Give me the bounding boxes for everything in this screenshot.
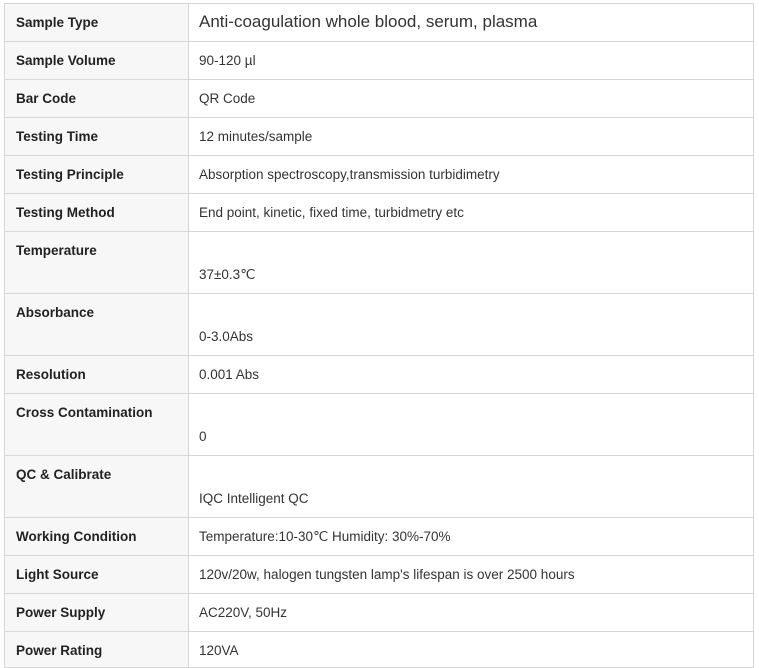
table-row: Light Source 120v/20w, halogen tungsten … xyxy=(4,555,754,594)
row-label: Working Condition xyxy=(4,517,189,556)
table-row: Testing Principle Absorption spectroscop… xyxy=(4,155,754,194)
spec-table: Sample Type Anti-coagulation whole blood… xyxy=(4,3,754,668)
row-value: 0-3.0Abs xyxy=(188,293,754,356)
table-row: Absorbance 0-3.0Abs xyxy=(4,293,754,356)
row-label: Testing Principle xyxy=(4,155,189,194)
row-value: IQC Intelligent QC xyxy=(188,455,754,518)
row-value: 12 minutes/sample xyxy=(188,117,754,156)
row-value: 90-120 µl xyxy=(188,41,754,80)
row-value: Anti-coagulation whole blood, serum, pla… xyxy=(188,3,754,42)
table-row: Power Supply AC220V, 50Hz xyxy=(4,593,754,632)
row-label: Sample Volume xyxy=(4,41,189,80)
row-label: Testing Time xyxy=(4,117,189,156)
table-row: Resolution 0.001 Abs xyxy=(4,355,754,394)
row-label: Power Supply xyxy=(4,593,189,632)
table-row: Temperature 37±0.3℃ xyxy=(4,231,754,294)
row-value: 120VA xyxy=(188,631,754,668)
row-label: QC & Calibrate xyxy=(4,455,189,518)
row-label: Sample Type xyxy=(4,3,189,42)
row-value: 0 xyxy=(188,393,754,456)
table-row: Working Condition Temperature:10-30℃ Hum… xyxy=(4,517,754,556)
row-value: Absorption spectroscopy,transmission tur… xyxy=(188,155,754,194)
row-value: Temperature:10-30℃ Humidity: 30%-70% xyxy=(188,517,754,556)
row-label: Testing Method xyxy=(4,193,189,232)
row-label: Resolution xyxy=(4,355,189,394)
row-label: Power Rating xyxy=(4,631,189,668)
row-label: Absorbance xyxy=(4,293,189,356)
row-label: Bar Code xyxy=(4,79,189,118)
table-row: Testing Time 12 minutes/sample xyxy=(4,117,754,156)
table-row: Testing Method End point, kinetic, fixed… xyxy=(4,193,754,232)
row-value: QR Code xyxy=(188,79,754,118)
row-label: Cross Contamination xyxy=(4,393,189,456)
row-value: 120v/20w, halogen tungsten lamp's lifesp… xyxy=(188,555,754,594)
row-label: Temperature xyxy=(4,231,189,294)
table-row: Bar Code QR Code xyxy=(4,79,754,118)
table-row: QC & Calibrate IQC Intelligent QC xyxy=(4,455,754,518)
table-row: Sample Type Anti-coagulation whole blood… xyxy=(4,3,754,42)
table-row: Power Rating 120VA xyxy=(4,631,754,668)
row-value: 37±0.3℃ xyxy=(188,231,754,294)
row-value: AC220V, 50Hz xyxy=(188,593,754,632)
row-label: Light Source xyxy=(4,555,189,594)
table-row: Cross Contamination 0 xyxy=(4,393,754,456)
row-value: 0.001 Abs xyxy=(188,355,754,394)
table-row: Sample Volume 90-120 µl xyxy=(4,41,754,80)
row-value: End point, kinetic, fixed time, turbidme… xyxy=(188,193,754,232)
